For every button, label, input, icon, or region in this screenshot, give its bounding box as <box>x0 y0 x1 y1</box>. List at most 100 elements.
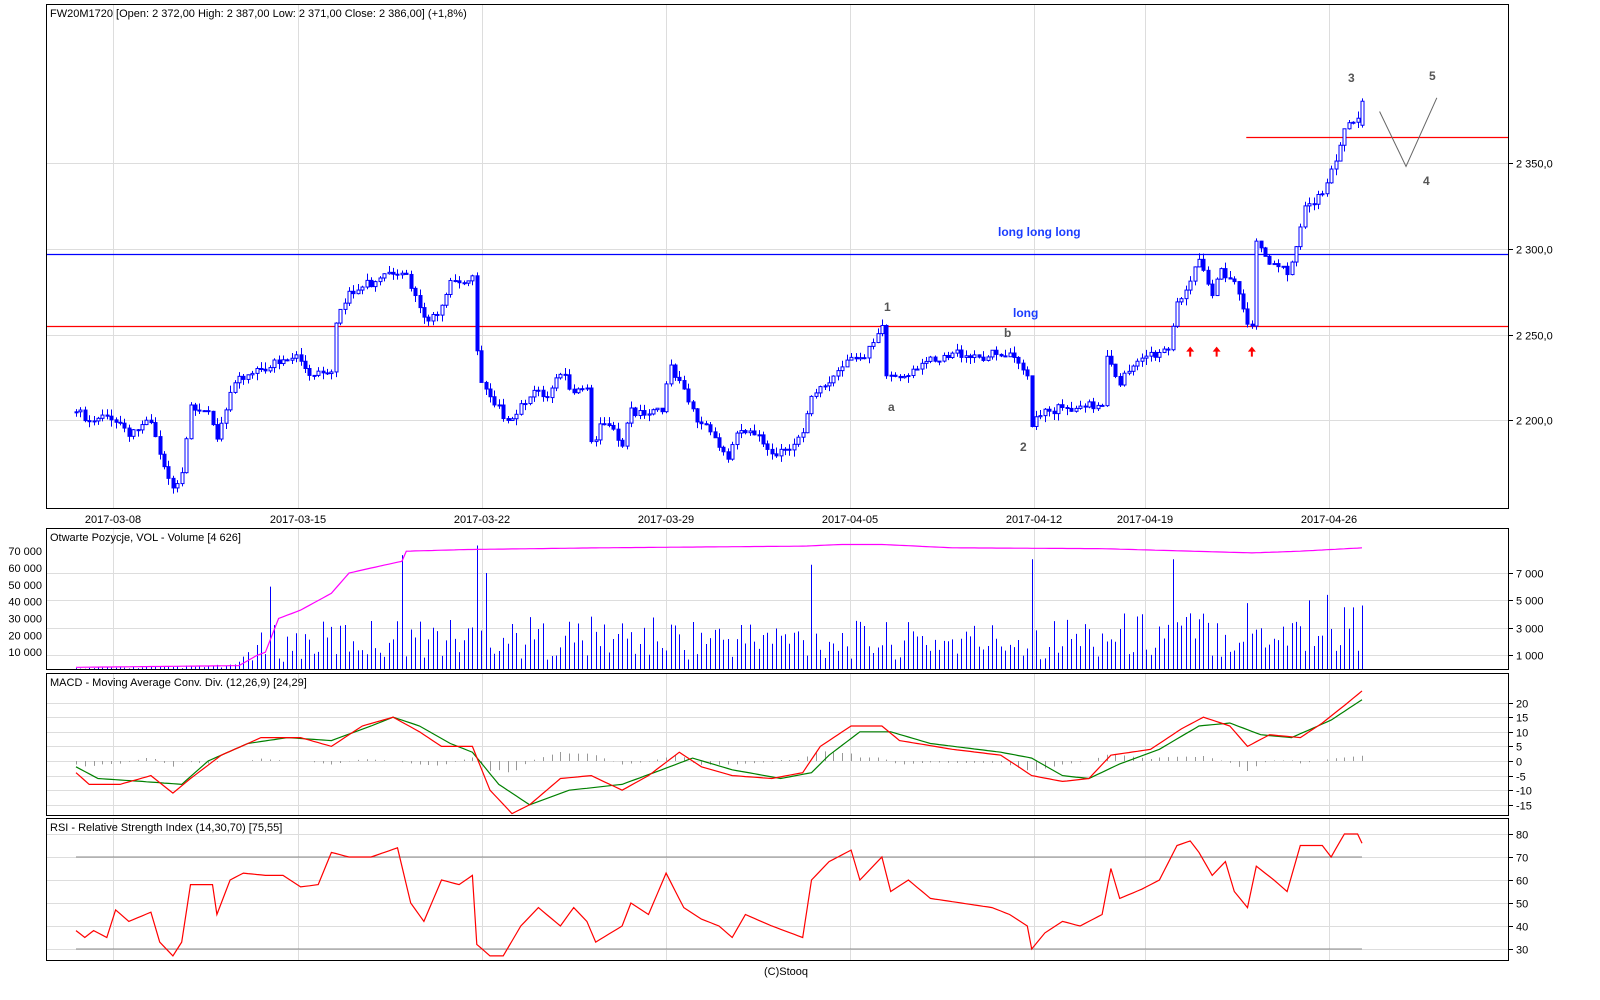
candle-body <box>854 356 859 360</box>
candle-body <box>1118 375 1123 386</box>
date-tick-label: 2017-04-12 <box>1006 514 1062 526</box>
open-interest-tick-label: 60 000 <box>8 563 42 575</box>
candle-body <box>541 389 546 398</box>
candle-body <box>554 377 559 389</box>
candle-body <box>986 356 991 361</box>
open-interest-tick-label: 30 000 <box>8 614 42 626</box>
candle-body <box>757 434 762 437</box>
wave-label-b: b <box>1004 326 1011 340</box>
macd-title: MACD - Moving Average Conv. Div. (12,26,… <box>50 677 307 689</box>
macd-tick-label: 10 <box>1516 728 1528 740</box>
candle-body <box>1175 301 1180 327</box>
candle-body <box>845 359 850 368</box>
candle-body <box>1325 182 1330 195</box>
candle-body <box>528 396 533 405</box>
candle-body <box>942 354 947 362</box>
candle-body <box>915 368 920 371</box>
candle-body <box>149 419 154 424</box>
candle-body <box>448 280 453 295</box>
candle-body <box>695 408 700 423</box>
macd-tick-label: -5 <box>1516 772 1526 784</box>
candle-body <box>686 388 691 403</box>
candle-body <box>378 277 383 283</box>
candle-body <box>1197 258 1202 268</box>
candle-body <box>140 424 145 431</box>
candle-body <box>96 417 101 422</box>
candle-body <box>1008 352 1013 358</box>
candle-body <box>413 287 418 297</box>
candle-body <box>858 357 863 360</box>
candle-body <box>708 424 713 433</box>
candle-body <box>78 409 83 413</box>
candle-body <box>1237 281 1242 295</box>
candle-body <box>1210 283 1215 297</box>
candle-body <box>893 374 898 377</box>
rsi-tick-label: 30 <box>1516 945 1528 957</box>
candle-body <box>321 370 326 374</box>
candle-body <box>488 388 493 398</box>
candle-body <box>1100 404 1105 407</box>
candle-body <box>277 359 282 365</box>
candle-body <box>937 360 942 363</box>
candle-body <box>1307 203 1312 207</box>
candle-body <box>122 422 127 429</box>
candle-body <box>1184 289 1189 300</box>
candle-body <box>730 444 735 460</box>
candle-body <box>307 367 312 376</box>
candle-body <box>748 430 753 434</box>
volume-title: Otwarte Pozycje, VOL - Volume [4 626] <box>50 532 241 544</box>
candle-body <box>373 281 378 288</box>
rsi-tick-label: 40 <box>1516 922 1528 934</box>
candle-body <box>206 410 211 413</box>
candle-body <box>713 431 718 439</box>
candle-body <box>550 387 555 399</box>
candle-body <box>831 375 836 384</box>
candle-body <box>928 356 933 362</box>
candle-body <box>721 446 726 453</box>
candle-body <box>1241 293 1246 310</box>
candle-body <box>677 376 682 382</box>
candle-body <box>765 443 770 450</box>
candle-body <box>180 472 185 485</box>
candle-body <box>233 382 238 393</box>
candle-body <box>1105 355 1110 407</box>
macd-tick-label: 5 <box>1516 742 1522 754</box>
candle-body <box>884 324 889 377</box>
candle-body <box>294 354 299 359</box>
candle-body <box>422 307 427 318</box>
candle-body <box>1254 240 1259 327</box>
candle-body <box>497 404 502 407</box>
candle-body <box>250 372 255 376</box>
candle-body <box>774 453 779 457</box>
price-panel <box>46 4 1509 509</box>
candle-body <box>105 414 110 417</box>
candle-body <box>237 375 242 384</box>
candle-body <box>950 352 955 359</box>
candle-body <box>536 389 541 392</box>
candle-body <box>1223 268 1228 279</box>
candle-body <box>166 466 171 479</box>
candle-body <box>100 414 105 419</box>
candle-body <box>184 438 189 474</box>
candle-body <box>572 388 577 394</box>
candle-body <box>576 388 581 394</box>
candle-body <box>761 434 766 445</box>
candle-body <box>1016 356 1021 364</box>
candle-body <box>281 359 286 365</box>
candle-body <box>862 357 867 360</box>
annotation-long-long-long: long long long <box>998 225 1081 239</box>
candle-body <box>669 364 674 385</box>
candle-body <box>175 483 180 489</box>
wave-label-4: 4 <box>1423 174 1430 188</box>
volume-panel <box>46 528 1509 670</box>
candle-body <box>704 423 709 426</box>
candle-body <box>1043 408 1048 417</box>
date-tick-label: 2017-04-19 <box>1117 514 1173 526</box>
open-interest-tick-label: 40 000 <box>8 597 42 609</box>
copyright-footer: (C)Stooq <box>764 966 808 978</box>
candle-body <box>255 368 260 374</box>
macd-tick-label: -10 <box>1516 786 1532 798</box>
candle-body <box>585 387 590 390</box>
candle-body <box>1144 355 1149 359</box>
candle-body <box>783 448 788 451</box>
